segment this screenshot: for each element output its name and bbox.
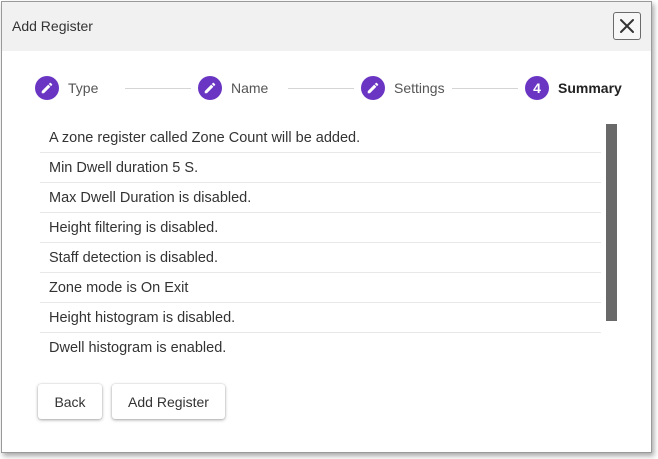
pencil-icon [204, 82, 216, 94]
step-settings[interactable]: Settings [361, 76, 445, 100]
list-item: Max Dwell Duration is disabled. [40, 183, 601, 213]
step-circle [35, 76, 59, 100]
list-item: Zone mode is On Exit [40, 273, 601, 303]
step-connector [452, 88, 518, 89]
step-type[interactable]: Type [35, 76, 98, 100]
step-label: Type [68, 80, 99, 96]
step-number: 4 [525, 76, 549, 100]
add-register-dialog: Add Register Type Name Settings 4 Summar… [1, 1, 652, 453]
list-item: A zone register called Zone Count will b… [40, 123, 601, 153]
list-item: Staff detection is disabled. [40, 243, 601, 273]
back-button[interactable]: Back [38, 384, 102, 419]
scrollbar-thumb[interactable] [606, 124, 617, 321]
list-item: Height filtering is disabled. [40, 213, 601, 243]
close-icon [620, 19, 634, 33]
stepper: Type Name Settings 4 Summary [2, 72, 651, 106]
step-summary[interactable]: 4 Summary [525, 76, 622, 100]
step-label: Settings [394, 80, 445, 96]
step-connector [125, 88, 191, 89]
step-circle [198, 76, 222, 100]
list-item: Dwell histogram is enabled. [49, 340, 227, 356]
dialog-title: Add Register [12, 18, 93, 34]
summary-list: A zone register called Zone Count will b… [40, 123, 601, 363]
step-label: Summary [558, 80, 622, 96]
list-item: Height histogram is disabled. [40, 303, 601, 333]
step-name[interactable]: Name [198, 76, 268, 100]
step-connector [288, 88, 354, 89]
pencil-icon [367, 82, 379, 94]
step-label: Name [231, 80, 269, 96]
add-register-button[interactable]: Add Register [112, 384, 225, 419]
close-button[interactable] [613, 12, 641, 40]
pencil-icon [41, 82, 53, 94]
list-item: Min Dwell duration 5 S. [40, 153, 601, 183]
dialog-title-bar: Add Register [2, 2, 651, 51]
step-circle [361, 76, 385, 100]
